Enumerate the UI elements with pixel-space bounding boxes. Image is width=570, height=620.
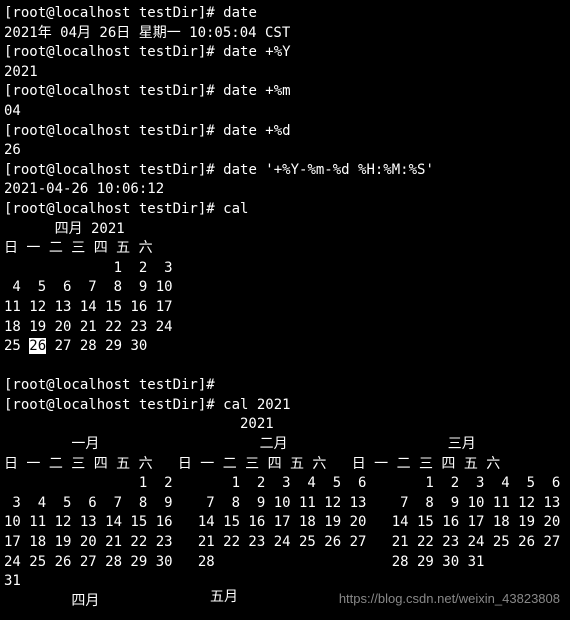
prompt-line[interactable]: [root@localhost testDir]# date +%d <box>4 122 566 142</box>
output-date: 2021年 04月 26日 星期一 10:05:04 CST <box>4 24 566 44</box>
output-date-m: 04 <box>4 102 566 122</box>
prompt: [root@localhost testDir]# <box>4 83 215 99</box>
command-date-m: date +%m <box>223 83 290 99</box>
command-date-y: date +%Y <box>223 44 290 60</box>
cal-week: 1 2 1 2 3 4 5 6 1 2 3 4 5 6 <box>4 474 566 494</box>
prompt: [root@localhost testDir]# <box>4 123 215 139</box>
terminal-output: [root@localhost testDir]# date 2021年 04月… <box>4 4 566 611</box>
output-date-fmt: 2021-04-26 10:06:12 <box>4 180 566 200</box>
cal-row: 4 5 6 7 8 9 10 <box>4 278 566 298</box>
prompt-line[interactable]: [root@localhost testDir]# cal <box>4 200 566 220</box>
prompt: [root@localhost testDir]# <box>4 5 215 21</box>
prompt-line[interactable]: [root@localhost testDir]# cal 2021 <box>4 396 566 416</box>
output-date-d: 26 <box>4 141 566 161</box>
watermark-text: https://blog.csdn.net/weixin_43823808 <box>339 590 560 608</box>
cal-row: 11 12 13 14 15 16 17 <box>4 298 566 318</box>
command-cal: cal <box>223 201 248 217</box>
prompt: [root@localhost testDir]# <box>4 377 215 393</box>
prompt-line[interactable]: [root@localhost testDir]# date +%Y <box>4 43 566 63</box>
today-highlight: 26 <box>29 338 46 354</box>
cal-week: 17 18 19 20 21 22 23 21 22 23 24 25 26 2… <box>4 533 566 553</box>
output-date-y: 2021 <box>4 63 566 83</box>
prompt: [root@localhost testDir]# <box>4 162 215 178</box>
prompt-line[interactable]: [root@localhost testDir]# date <box>4 4 566 24</box>
cal-weekday-header: 日 一 二 三 四 五 六 日 一 二 三 四 五 六 日 一 二 三 四 五 … <box>4 455 566 475</box>
cal-week: 24 25 26 27 28 29 30 28 28 29 30 31 <box>4 553 566 573</box>
command-date-fmt: date '+%Y-%m-%d %H:%M:%S' <box>223 162 434 178</box>
prompt-line[interactable]: [root@localhost testDir]# date '+%Y-%m-%… <box>4 161 566 181</box>
cal-header: 日 一 二 三 四 五 六 <box>4 239 566 259</box>
prompt: [root@localhost testDir]# <box>4 44 215 60</box>
command-date-d: date +%d <box>223 123 290 139</box>
prompt-line-empty[interactable]: [root@localhost testDir]# <box>4 376 566 396</box>
cal-year-title: 2021 <box>4 415 566 435</box>
cal-row: 1 2 3 <box>4 259 566 279</box>
command-cal-year: cal 2021 <box>223 397 290 413</box>
cal-row-today: 25 26 27 28 29 30 <box>4 337 566 357</box>
prompt-line[interactable]: [root@localhost testDir]# date +%m <box>4 82 566 102</box>
blank-line <box>4 357 566 377</box>
month-may-label: 五月 <box>210 588 238 608</box>
command-date: date <box>223 5 257 21</box>
cal-row: 18 19 20 21 22 23 24 <box>4 318 566 338</box>
prompt: [root@localhost testDir]# <box>4 397 215 413</box>
cal-months-header: 一月 二月 三月 <box>4 435 566 455</box>
cal-week: 3 4 5 6 7 8 9 7 8 9 10 11 12 13 7 8 9 10… <box>4 494 566 514</box>
cal-title: 四月 2021 <box>4 220 566 240</box>
cal-week: 10 11 12 13 14 15 16 14 15 16 17 18 19 2… <box>4 513 566 533</box>
prompt: [root@localhost testDir]# <box>4 201 215 217</box>
